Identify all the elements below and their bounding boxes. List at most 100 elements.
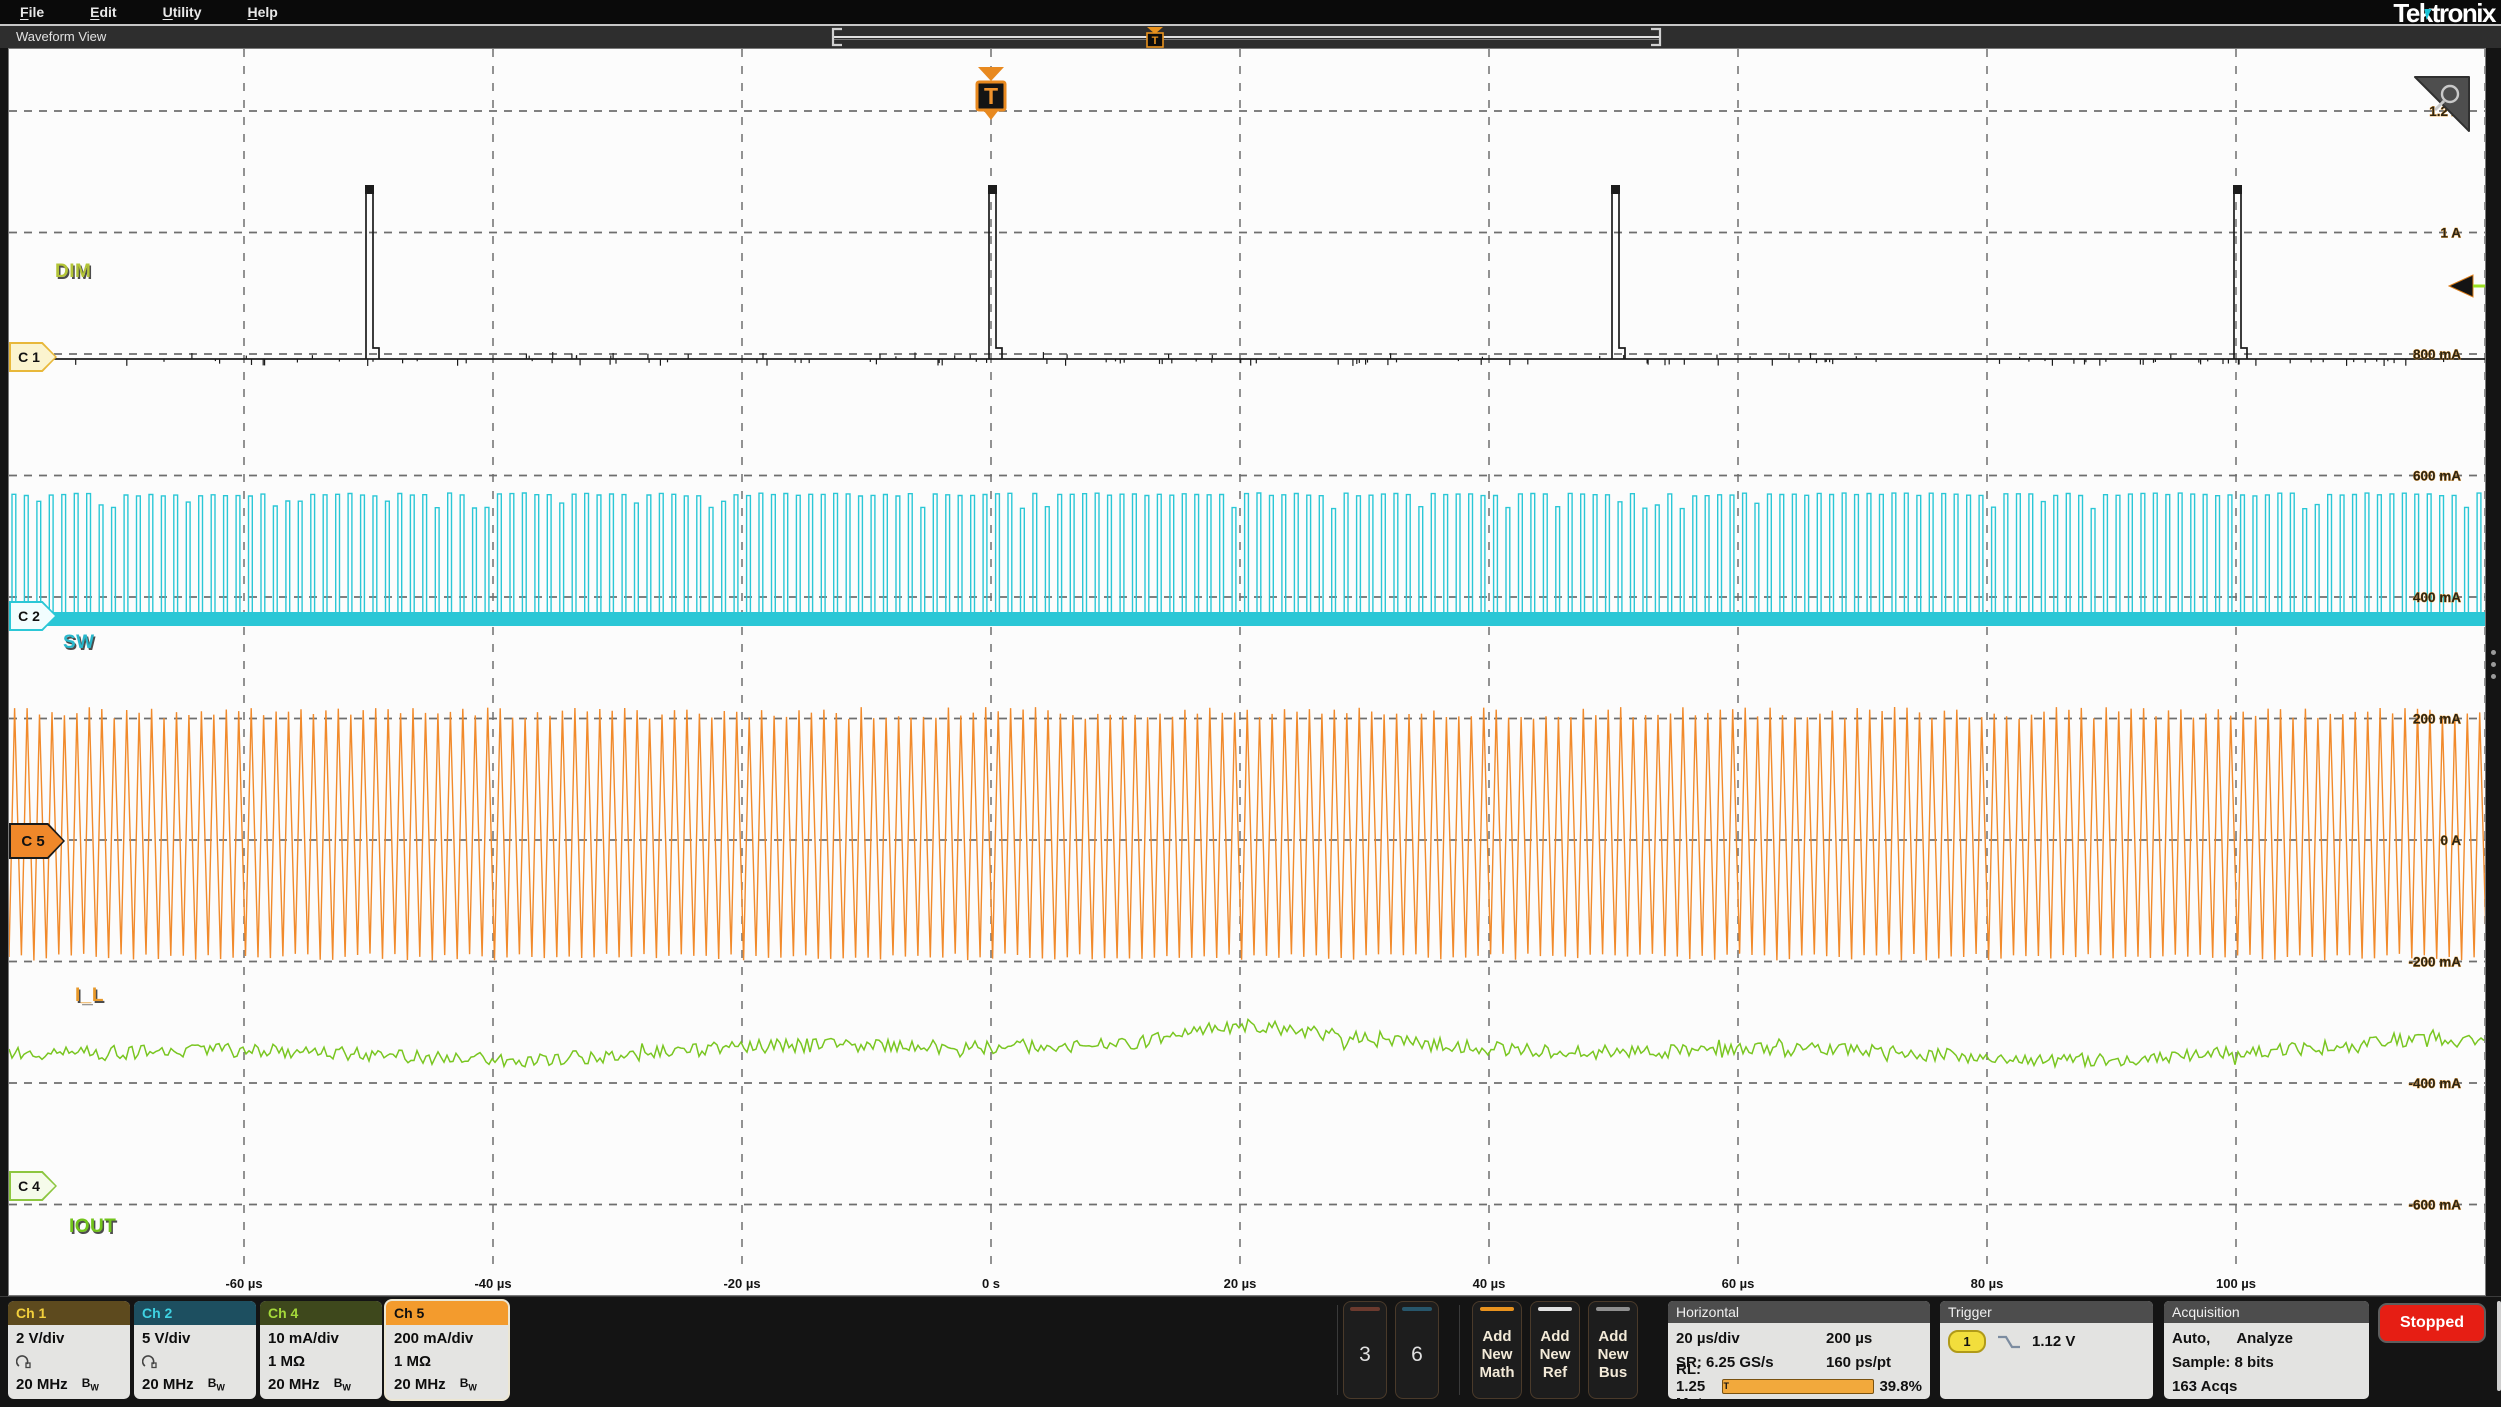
ch2-label: Ch 2 — [142, 1305, 172, 1321]
x-axis-label: 60 µs — [1722, 1276, 1755, 1291]
ch2-scale: 5 V/div — [142, 1327, 248, 1350]
overview-trigger-label: T — [1152, 35, 1159, 47]
menu-utility[interactable]: Utility — [163, 4, 202, 20]
waveform-dim-pulse-cap — [2233, 185, 2242, 194]
panel-resize-handle[interactable] — [2489, 650, 2497, 690]
channel-badge-c2-label: C 2 — [18, 608, 40, 624]
add-new-ref-button[interactable]: AddNewRef — [1530, 1301, 1580, 1399]
bottom-settings-bar: Ch 1 2 V/div 20 MHzBW Ch 2 5 V/div 20 MH… — [0, 1296, 2501, 1407]
trigger-panel[interactable]: Trigger 1 1.12 V — [1940, 1301, 2153, 1399]
run-stop-status[interactable]: Stopped — [2378, 1303, 2486, 1343]
x-axis-label: 100 µs — [2216, 1276, 2256, 1291]
channel-label-sw[interactable]: SW — [63, 632, 95, 654]
y-axis-label: 200 mA — [2413, 712, 2461, 727]
y-axis-label: -600 mA — [2408, 1198, 2461, 1213]
overview-trigger-marker[interactable]: T — [1147, 27, 1163, 47]
trigger-level-arrow[interactable] — [2449, 275, 2473, 297]
add-new-bus-button[interactable]: AddNewBus — [1588, 1301, 1638, 1399]
trigger-panel-title: Trigger — [1940, 1301, 2153, 1323]
tektronix-logo: Tektronix — [2393, 0, 2495, 26]
bandwidth-limit-icon: BW — [460, 1376, 477, 1392]
waveform-iout — [9, 1020, 2484, 1067]
channel-badge-c5[interactable]: C 5 — [9, 823, 65, 859]
y-axis-label: 600 mA — [2413, 469, 2461, 484]
y-axis-label: -400 mA — [2408, 1076, 2461, 1091]
trigger-position-icon: T — [1722, 1379, 1874, 1394]
ch5-label: Ch 5 — [394, 1305, 424, 1321]
ch4-scale: 10 mA/div — [268, 1327, 374, 1350]
horizontal-window: 200 µs — [1826, 1330, 1872, 1347]
channel-label-dim[interactable]: DIM — [55, 261, 91, 283]
x-axis-label: -20 µs — [723, 1276, 760, 1291]
record-length: RL: 1.25 Mpts — [1676, 1361, 1722, 1400]
y-axis-label: 1 A — [2440, 226, 2461, 241]
channel-badge-c5-label: C 5 — [21, 833, 44, 850]
y-axis-label: 400 mA — [2413, 590, 2461, 605]
ch5-impedance: 1 MΩ — [394, 1350, 500, 1373]
waveform-dim-pulse — [366, 188, 379, 359]
acquisition-analyze: Analyze — [2236, 1330, 2293, 1347]
trigger-position-percent: 39.8% — [1879, 1378, 1922, 1395]
panel-edge — [2497, 1301, 2501, 1391]
x-axis-label: -60 µs — [225, 1276, 262, 1291]
time-axis: -60 µs-40 µs-20 µs0 s20 µs40 µs60 µs80 µ… — [9, 1269, 2485, 1295]
acquisition-sample: Sample: 8 bits — [2172, 1350, 2361, 1374]
probe-icon — [142, 1355, 160, 1369]
horizontal-scale: 20 µs/div — [1676, 1330, 1826, 1347]
channel-badge-c2[interactable]: C 2 — [9, 601, 57, 631]
channel-badge-c1[interactable]: C 1 — [9, 342, 57, 372]
add-new-math-button[interactable]: AddNewMath — [1472, 1301, 1522, 1399]
waveform-view[interactable]: 1.2 A1 A800 mA600 mA400 mA200 mA0 A-200 … — [8, 48, 2486, 1296]
channel-label-il[interactable]: I_L — [75, 985, 104, 1007]
channel-3-button[interactable]: 3 — [1343, 1301, 1387, 1399]
trigger-marker-arrow[interactable] — [978, 67, 1004, 81]
horizontal-panel-title: Horizontal — [1668, 1301, 1930, 1323]
menu-file[interactable]: File — [20, 4, 44, 20]
acquisition-count: 163 Acqs — [2172, 1374, 2361, 1398]
waveform-dim-pulse-cap — [365, 185, 374, 194]
channel-badge-ch2[interactable]: Ch 2 5 V/div 20 MHzBW — [134, 1301, 256, 1399]
y-axis-label: -200 mA — [2408, 955, 2461, 970]
horizontal-panel[interactable]: Horizontal 20 µs/div200 µs SR: 6.25 GS/s… — [1668, 1301, 1930, 1399]
ch4-impedance: 1 MΩ — [268, 1350, 374, 1373]
menu-help[interactable]: Help — [248, 4, 278, 20]
waveform-dim-pulse — [1612, 188, 1625, 359]
menu-edit[interactable]: Edit — [90, 4, 116, 20]
bandwidth-limit-icon: BW — [334, 1376, 351, 1392]
waveform-sw-baseline — [9, 612, 2485, 626]
x-axis-label: 40 µs — [1473, 1276, 1506, 1291]
falling-edge-icon — [1996, 1334, 2022, 1350]
channel-badge-c1-label: C 1 — [18, 349, 40, 365]
x-axis-label: -40 µs — [474, 1276, 511, 1291]
trigger-marker-notch — [984, 111, 998, 120]
divider — [1459, 1305, 1460, 1395]
channel-badge-ch4[interactable]: Ch 4 10 mA/div 1 MΩ 20 MHzBW — [260, 1301, 382, 1399]
ch5-scale: 200 mA/div — [394, 1327, 500, 1350]
waveform-plot[interactable]: 1.2 A1 A800 mA600 mA400 mA200 mA0 A-200 … — [9, 49, 2485, 1269]
ch1-label: Ch 1 — [16, 1305, 46, 1321]
bandwidth-limit-icon: BW — [82, 1376, 99, 1392]
probe-icon — [16, 1355, 34, 1369]
trigger-source-badge: 1 — [1948, 1330, 1986, 1353]
channel-badge-c4[interactable]: C 4 — [9, 1171, 57, 1201]
channel-6-button[interactable]: 6 — [1395, 1301, 1439, 1399]
tek-k-glyph: k — [2419, 0, 2432, 26]
x-axis-label: 80 µs — [1971, 1276, 2004, 1291]
oscilloscope-screen: { "menu": { "items": [ {"first": "F", "r… — [0, 0, 2501, 1407]
acquisition-mode: Auto, — [2172, 1330, 2210, 1347]
ch1-scale: 2 V/div — [16, 1327, 122, 1350]
channel-badge-ch1[interactable]: Ch 1 2 V/div 20 MHzBW — [8, 1301, 130, 1399]
divider — [1337, 1305, 1338, 1395]
title-bar: Waveform View T — [0, 24, 2501, 48]
acquisition-panel[interactable]: Acquisition Auto,Analyze Sample: 8 bits … — [2164, 1301, 2369, 1399]
y-axis-label: 800 mA — [2413, 347, 2461, 362]
waveform-dim-pulse-cap — [1611, 185, 1620, 194]
bandwidth-limit-icon: BW — [208, 1376, 225, 1392]
channel-label-iout[interactable]: IOUT — [69, 1216, 116, 1238]
acquisition-panel-title: Acquisition — [2164, 1301, 2369, 1323]
channel-badge-c4-label: C 4 — [18, 1178, 40, 1194]
ch5-bandwidth: 20 MHz — [394, 1376, 446, 1393]
acquisition-overview-bar[interactable]: T — [825, 26, 1675, 48]
x-axis-label: 0 s — [982, 1276, 1000, 1291]
channel-badge-ch5[interactable]: Ch 5 200 mA/div 1 MΩ 20 MHz BW — [386, 1301, 508, 1399]
